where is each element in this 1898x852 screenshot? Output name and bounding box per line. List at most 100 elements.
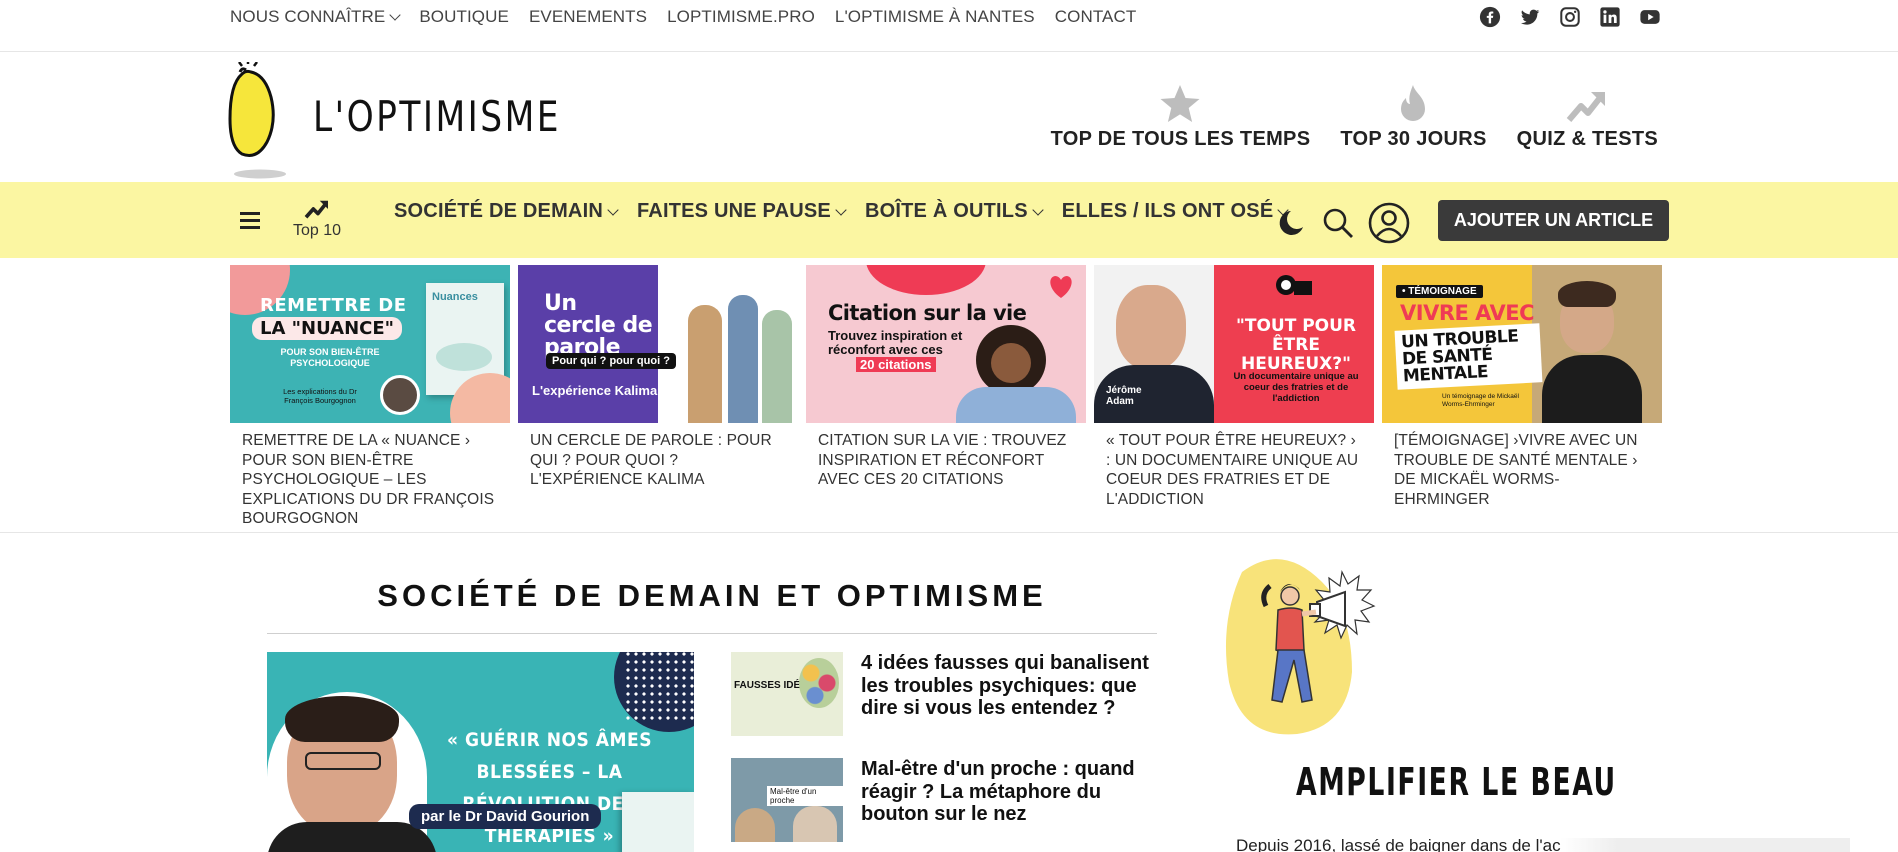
logo-text[interactable]: L'OPTIMISME bbox=[313, 92, 561, 141]
featured-card-caption[interactable]: [TÉMOIGNAGE] ›VIVRE AVEC UN TROUBLE DE S… bbox=[1382, 423, 1662, 517]
person-figure bbox=[762, 310, 792, 423]
featured-card-image[interactable]: REMETTRE DE LA "NUANCE" POUR SON BIEN-ÊT… bbox=[230, 265, 510, 423]
person-hair bbox=[285, 696, 399, 742]
topnav-optimisme-nantes[interactable]: L'OPTIMISME À NANTES bbox=[835, 7, 1035, 27]
camera-icon bbox=[1276, 275, 1312, 295]
instagram-icon[interactable] bbox=[1559, 6, 1581, 28]
card-image-note: 20 citations bbox=[856, 357, 936, 372]
top-label: QUIZ & TESTS bbox=[1516, 128, 1658, 150]
list-item[interactable]: FAUSSES IDÉES 4 idées fausses qui banali… bbox=[731, 652, 1161, 736]
card-image-sub: POUR SON BIEN-ÊTRE PSYCHOLOGIQUE bbox=[280, 347, 380, 368]
topnav-contact[interactable]: CONTACT bbox=[1055, 7, 1137, 27]
list-item-thumbnail[interactable]: Mal-être d'un proche bbox=[731, 758, 843, 842]
menu-label: SOCIÉTÉ DE DEMAIN bbox=[394, 200, 603, 222]
topnav-label: CONTACT bbox=[1054, 7, 1137, 26]
heart-icon bbox=[1050, 276, 1072, 298]
chevron-down-icon bbox=[1032, 203, 1044, 216]
top-navigation: NOUS CONNAÎTRE BOUTIQUE EVENEMENTS LOPTI… bbox=[230, 7, 1156, 27]
menu-elles-ils-ont-ose[interactable]: ELLES / ILS ONT OSÉ bbox=[1061, 200, 1290, 223]
featured-card-caption[interactable]: « TOUT POUR ÊTRE HEUREUX? › : UN DOCUMEN… bbox=[1094, 423, 1374, 517]
topnav-boutique[interactable]: BOUTIQUE bbox=[419, 7, 509, 27]
site-header: L'OPTIMISME TOP DE TOUS LES TEMPS TOP 30… bbox=[0, 52, 1898, 182]
card-image-title: REMETTRE DE bbox=[260, 295, 407, 316]
menu-faites-une-pause[interactable]: FAITES UNE PAUSE bbox=[637, 200, 847, 223]
list-item[interactable]: Mal-être d'un proche Mal-être d'un proch… bbox=[731, 758, 1161, 842]
person-body bbox=[1542, 355, 1642, 423]
chevron-down-icon bbox=[607, 203, 619, 216]
sidebar-heading: AMPLIFIER LE BEAU bbox=[1296, 760, 1617, 804]
topnav-label: BOUTIQUE bbox=[419, 7, 509, 26]
trending-up-icon bbox=[304, 200, 329, 219]
facebook-icon[interactable] bbox=[1479, 6, 1501, 28]
card-image-note: Jérôme Adam bbox=[1106, 385, 1142, 407]
user-account-icon[interactable] bbox=[1368, 202, 1410, 244]
featured-card[interactable]: Citation sur la vie Trouvez inspiration … bbox=[806, 265, 1086, 537]
featured-card[interactable]: • TÉMOIGNAGE VIVRE AVEC UN TROUBLE DE SA… bbox=[1382, 265, 1662, 537]
hamburger-menu-icon[interactable] bbox=[240, 212, 260, 233]
menu-societe-de-demain[interactable]: SOCIÉTÉ DE DEMAIN bbox=[394, 200, 619, 223]
chevron-down-icon bbox=[835, 203, 847, 216]
quiz-tests-link[interactable]: QUIZ & TESTS bbox=[1517, 82, 1658, 151]
twitter-icon[interactable] bbox=[1519, 6, 1541, 28]
megaphone-illustration bbox=[1222, 552, 1402, 737]
category-menu: SOCIÉTÉ DE DEMAIN FAITES UNE PAUSE BOÎTE… bbox=[394, 200, 1307, 223]
person-hair bbox=[1558, 281, 1616, 307]
card-image-note: Un témoignage de Mickaël Worms-Ehrminger bbox=[1442, 393, 1519, 408]
chevron-down-icon bbox=[389, 9, 402, 21]
divider bbox=[267, 633, 1157, 634]
section-feature-image[interactable]: « GUÉRIR NOS ÂMES BLESSÉES – LA RÉVOLUTI… bbox=[267, 652, 694, 852]
card-image-title: "TOUT POUR ÊTRE HEUREUX?" bbox=[1235, 316, 1357, 374]
linkedin-icon[interactable] bbox=[1599, 6, 1621, 28]
flowers-image bbox=[799, 658, 839, 708]
card-image-sub: Trouvez inspiration et réconfort avec ce… bbox=[828, 328, 963, 357]
main-navigation: Top 10 SOCIÉTÉ DE DEMAIN FAITES UNE PAUS… bbox=[0, 182, 1898, 258]
person-figure bbox=[688, 305, 722, 423]
thumb-text: Mal-être d'un proche bbox=[767, 786, 843, 806]
featured-card[interactable]: Un cercle de parole Pour qui ? pour quoi… bbox=[518, 265, 798, 537]
top-30-days-link[interactable]: TOP 30 JOURS bbox=[1340, 82, 1486, 151]
nav-tools bbox=[1278, 202, 1410, 244]
feature-image-author: par le Dr David Gourion bbox=[409, 804, 602, 829]
top-label: TOP DE TOUS LES TEMPS bbox=[1050, 128, 1311, 150]
topnav-loptimisme-pro[interactable]: LOPTIMISME.PRO bbox=[667, 7, 815, 27]
list-item-title[interactable]: Mal-être d'un proche : quand réagir ? La… bbox=[861, 758, 1161, 842]
social-links bbox=[1479, 6, 1661, 28]
menu-label: BOÎTE À OUTILS bbox=[864, 200, 1028, 222]
card-image-title: Un cercle de parole bbox=[544, 291, 653, 360]
featured-card-image[interactable]: Jérôme Adam "TOUT POUR ÊTRE HEUREUX?" Un… bbox=[1094, 265, 1374, 423]
featured-card-image[interactable]: Un cercle de parole Pour qui ? pour quoi… bbox=[518, 265, 798, 423]
star-icon bbox=[1160, 85, 1200, 122]
top10-link[interactable]: Top 10 bbox=[293, 198, 341, 240]
lemon-icon bbox=[228, 60, 286, 179]
list-item-thumbnail[interactable]: FAUSSES IDÉES bbox=[731, 652, 843, 736]
topnav-label: NOUS CONNAÎTRE bbox=[230, 7, 386, 26]
flame-icon bbox=[1401, 85, 1426, 121]
dark-mode-icon[interactable] bbox=[1278, 208, 1308, 238]
featured-card[interactable]: REMETTRE DE LA "NUANCE" POUR SON BIEN-ÊT… bbox=[230, 265, 510, 537]
card-image-note: L'expérience Kalima bbox=[532, 383, 658, 398]
topnav-nous-connaitre[interactable]: NOUS CONNAÎTRE bbox=[230, 7, 402, 27]
card-image-note: Les explications du Dr François Bourgogn… bbox=[283, 387, 357, 405]
article-list: FAUSSES IDÉES 4 idées fausses qui banali… bbox=[731, 652, 1161, 852]
featured-articles: REMETTRE DE LA "NUANCE" POUR SON BIEN-ÊT… bbox=[230, 265, 1662, 537]
person-figure bbox=[793, 806, 837, 842]
card-image-sub: Pour qui ? pour quoi ? bbox=[546, 353, 676, 369]
add-article-button[interactable]: AJOUTER UN ARTICLE bbox=[1438, 200, 1669, 241]
featured-card-caption[interactable]: UN CERCLE DE PAROLE : POUR QUI ? POUR QU… bbox=[518, 423, 798, 498]
featured-card-image[interactable]: Citation sur la vie Trouvez inspiration … bbox=[806, 265, 1086, 423]
search-icon[interactable] bbox=[1322, 207, 1354, 239]
person-face bbox=[1116, 285, 1186, 370]
youtube-icon[interactable] bbox=[1639, 6, 1661, 28]
topnav-evenements[interactable]: EVENEMENTS bbox=[529, 7, 647, 27]
scroll-overlay bbox=[1560, 838, 1850, 852]
menu-boite-a-outils[interactable]: BOÎTE À OUTILS bbox=[864, 200, 1044, 223]
featured-card-caption[interactable]: CITATION SUR LA VIE : TROUVEZ INSPIRATIO… bbox=[806, 423, 1086, 498]
featured-card[interactable]: Jérôme Adam "TOUT POUR ÊTRE HEUREUX?" Un… bbox=[1094, 265, 1374, 537]
top-label: TOP 30 JOURS bbox=[1340, 128, 1487, 150]
featured-card-caption[interactable]: REMETTRE DE LA « NUANCE › POUR SON BIEN-… bbox=[230, 423, 510, 537]
card-image-tag: • TÉMOIGNAGE bbox=[1396, 285, 1483, 298]
list-item-title[interactable]: 4 idées fausses qui banalisent les troub… bbox=[861, 652, 1161, 736]
featured-card-image[interactable]: • TÉMOIGNAGE VIVRE AVEC UN TROUBLE DE SA… bbox=[1382, 265, 1662, 423]
menu-label: ELLES / ILS ONT OSÉ bbox=[1061, 200, 1274, 222]
top-all-time-link[interactable]: TOP DE TOUS LES TEMPS bbox=[1051, 82, 1311, 151]
